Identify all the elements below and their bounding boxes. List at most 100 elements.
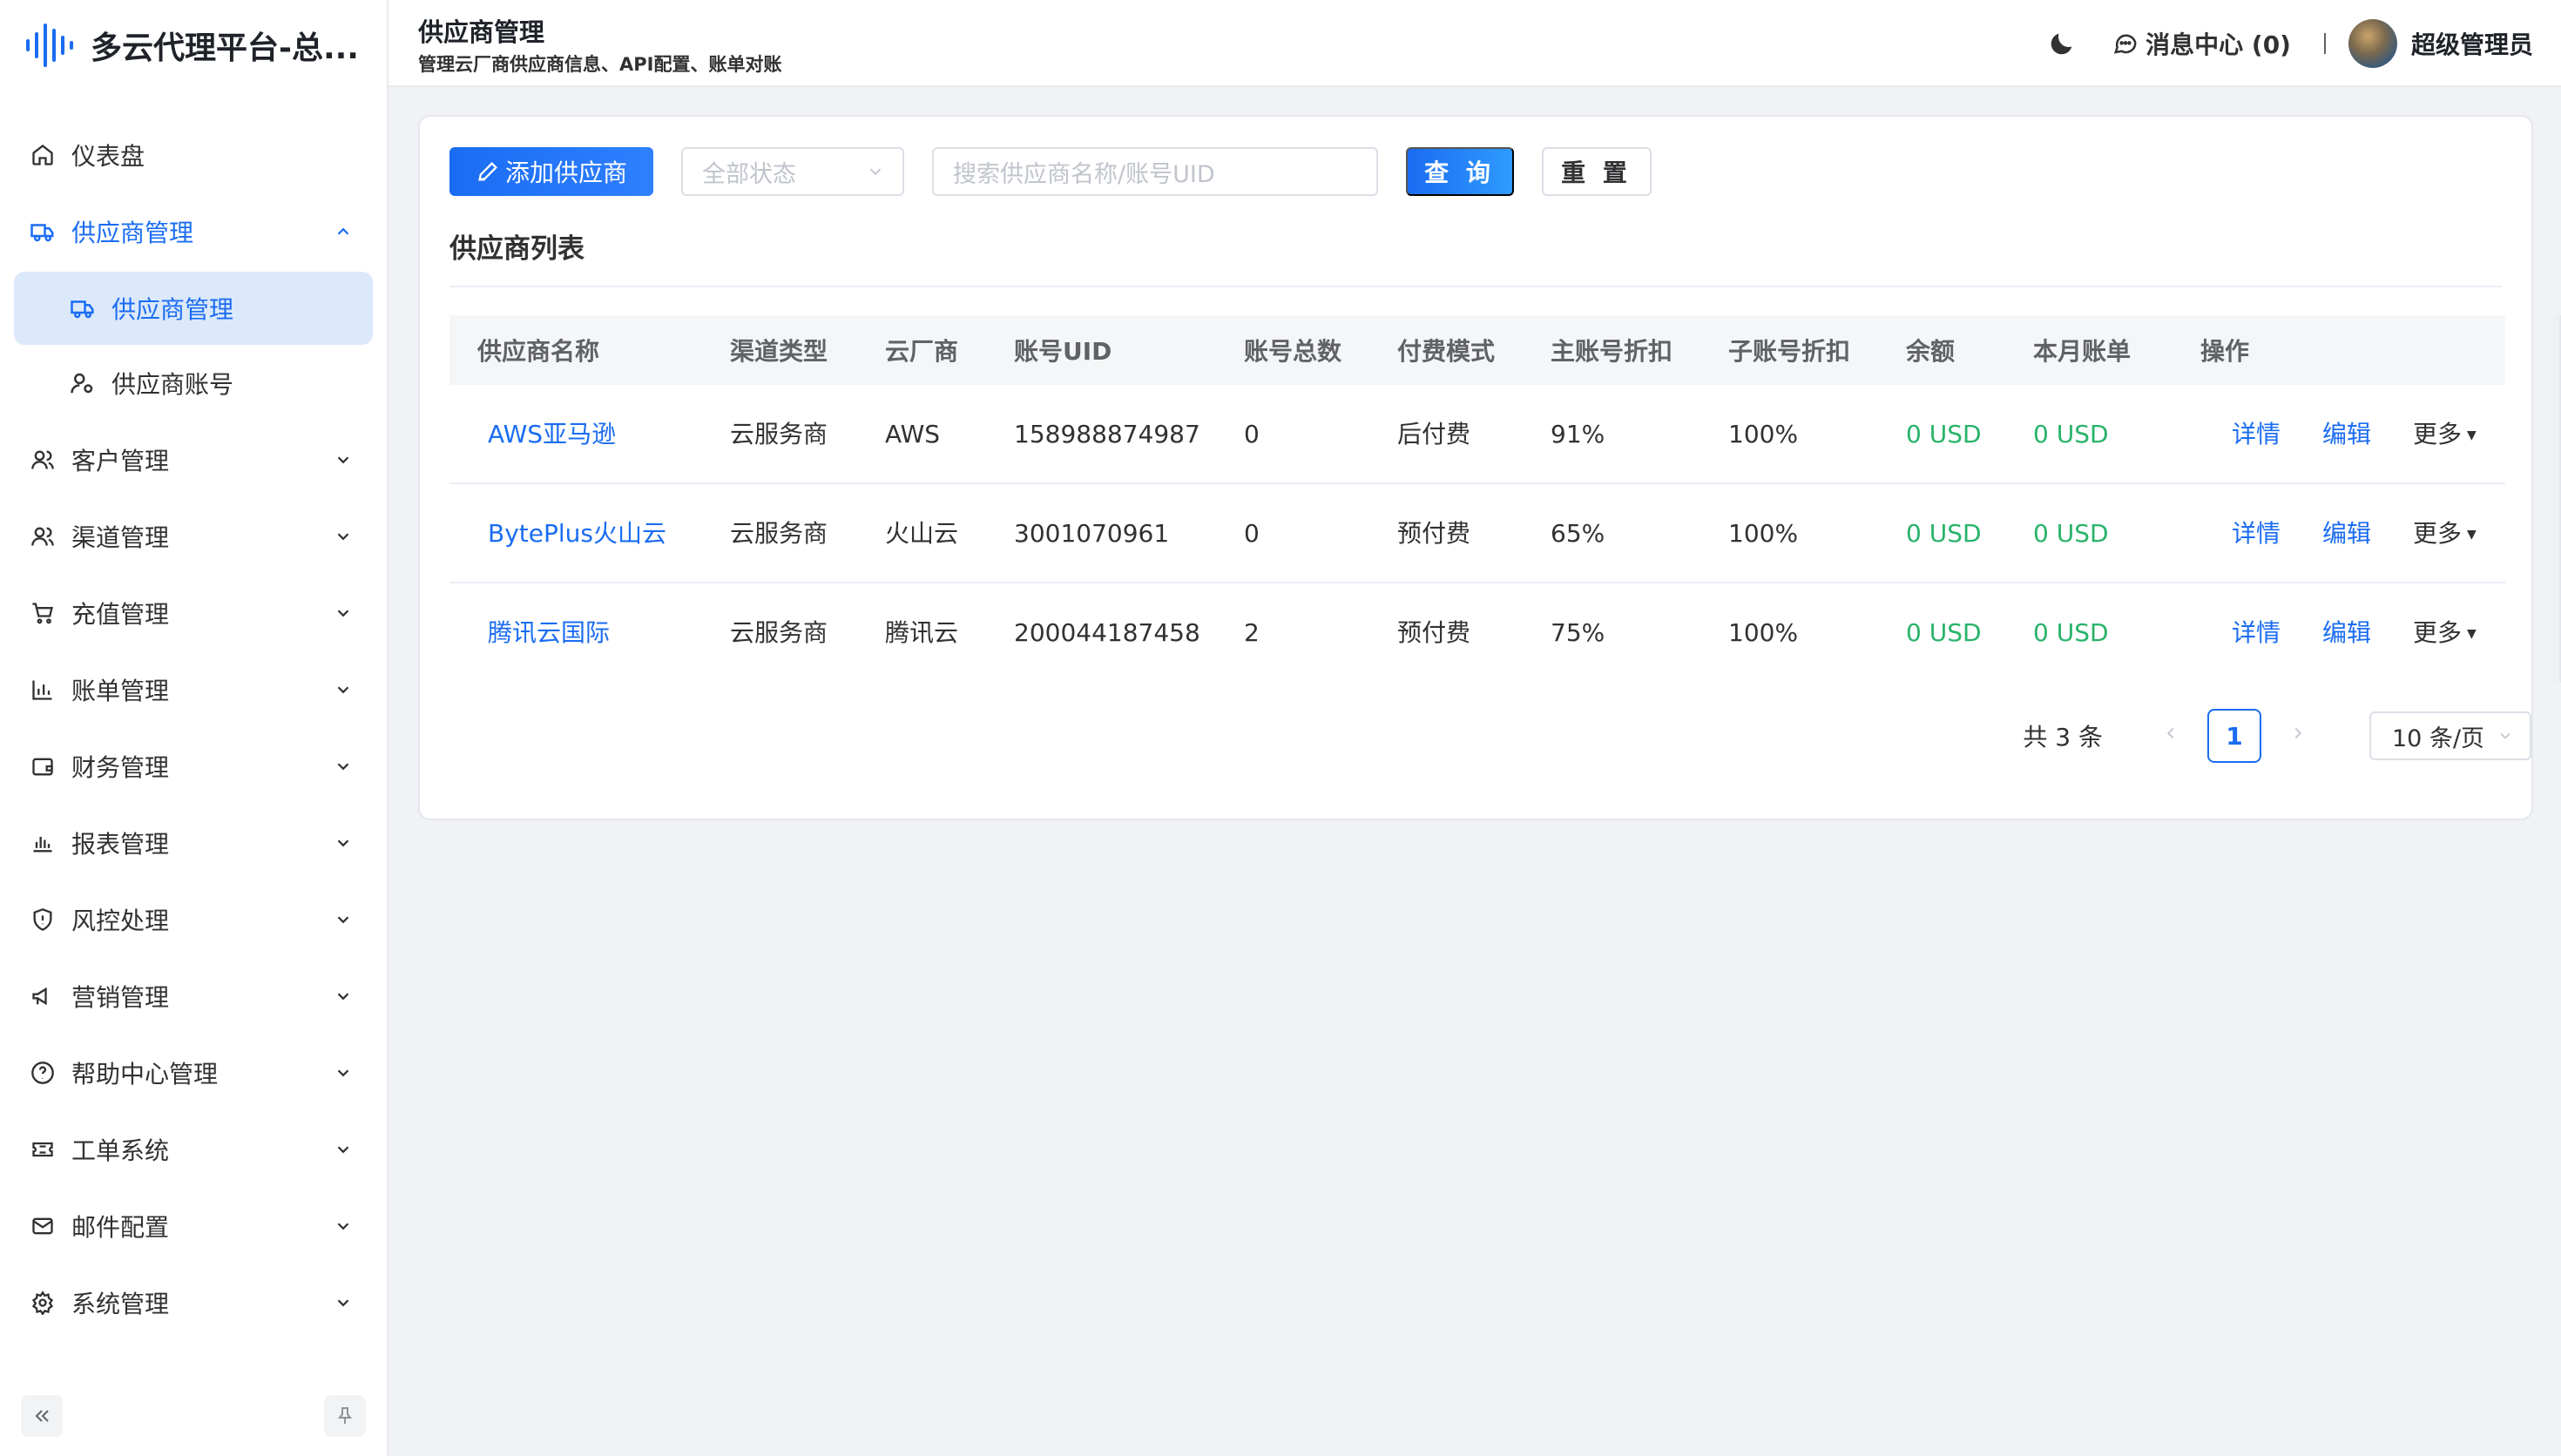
page-size-select[interactable]: 10 条/页 <box>2369 711 2531 760</box>
uid-cell: 200044187458 <box>1014 618 1200 647</box>
header-divider <box>2323 33 2326 54</box>
moon-icon <box>2051 33 2072 55</box>
user-gear-icon <box>68 368 98 398</box>
message-center-link[interactable]: 消息中心 (0) <box>2112 26 2291 61</box>
sidebar-item-label: 充值管理 <box>71 600 170 629</box>
search-input[interactable]: 搜索供应商名称/账号UID <box>932 147 1379 196</box>
prev-page-button[interactable] <box>2157 723 2185 749</box>
more-label: 更多 <box>2413 420 2463 448</box>
truck-icon <box>28 217 57 246</box>
more-dropdown[interactable]: 更多 ▼ <box>2413 385 2477 485</box>
edit-link[interactable]: 编辑 <box>2322 385 2371 484</box>
balance-cell: 0 USD <box>1906 618 1982 647</box>
column-header: 余额 <box>1906 337 1956 366</box>
more-label: 更多 <box>2413 519 2463 548</box>
sidebar-item-label: 风控处理 <box>71 907 170 935</box>
column-header: 账号UID <box>1014 337 1112 366</box>
detail-link[interactable]: 详情 <box>2232 583 2281 683</box>
sidebar-item-report-management[interactable]: 报表管理 <box>0 805 387 881</box>
query-button[interactable]: 查 询 <box>1406 147 1515 196</box>
sidebar-item-recharge-management[interactable]: 充值管理 <box>0 575 387 651</box>
message-center-label: 消息中心 (0) <box>2145 30 2291 59</box>
sidebar-item-label: 财务管理 <box>71 753 170 782</box>
count-cell: 0 <box>1244 519 1260 548</box>
pin-sidebar-button[interactable] <box>324 1395 366 1437</box>
main-discount-cell: 65% <box>1551 519 1605 548</box>
sidebar-item-risk-control[interactable]: 风控处理 <box>0 881 387 958</box>
sidebar-item-marketing-management[interactable]: 营销管理 <box>0 958 387 1035</box>
table-header: 供应商名称 渠道类型 云厂商 账号UID 账号总数 付费模式 主账号折扣 子账号… <box>449 315 2505 385</box>
dark-mode-toggle[interactable] <box>2044 26 2079 61</box>
edit-link[interactable]: 编辑 <box>2322 583 2371 683</box>
table-row: BytePlus火山云 云服务商 火山云 3001070961 0 预付费 65… <box>449 484 2505 583</box>
megaphone-icon <box>28 981 57 1011</box>
channel-cell: 云服务商 <box>730 618 828 647</box>
detail-link[interactable]: 详情 <box>2232 484 2281 583</box>
sidebar-item-supplier-management[interactable]: 供应商管理 <box>0 193 387 270</box>
supplier-name-link[interactable]: BytePlus火山云 <box>488 484 666 583</box>
chevron-down-icon <box>869 168 882 176</box>
count-cell: 2 <box>1244 618 1260 647</box>
reset-button[interactable]: 重 置 <box>1542 147 1652 196</box>
sidebar-item-label: 工单系统 <box>71 1136 170 1165</box>
pay-mode-cell: 预付费 <box>1397 519 1471 548</box>
truck-icon <box>68 293 98 323</box>
table-row: AWS亚马逊 云服务商 AWS 158988874987 0 后付费 91% 1… <box>449 385 2505 484</box>
page-subtitle: 管理云厂商供应商信息、API配置、账单对账 <box>418 54 782 75</box>
double-chevron-left-icon <box>35 1410 49 1422</box>
chevron-down-icon <box>331 448 355 472</box>
status-select[interactable]: 全部状态 <box>681 147 905 196</box>
detail-link[interactable]: 详情 <box>2232 385 2281 484</box>
gear-icon <box>28 1288 57 1318</box>
sidebar-item-label: 仪表盘 <box>71 142 145 171</box>
sidebar-item-finance-management[interactable]: 财务管理 <box>0 728 387 805</box>
more-dropdown[interactable]: 更多 ▼ <box>2413 484 2477 584</box>
caret-down-icon: ▼ <box>2467 428 2477 442</box>
sidebar-subitem-supplier-accounts[interactable]: 供应商账号 <box>14 347 373 420</box>
chevron-down-icon <box>331 1214 355 1238</box>
user-name[interactable]: 超级管理员 <box>2411 26 2533 61</box>
edit-link[interactable]: 编辑 <box>2322 484 2371 583</box>
users-icon <box>28 445 57 475</box>
column-header: 账号总数 <box>1244 337 1342 366</box>
sidebar-item-bill-management[interactable]: 账单管理 <box>0 651 387 728</box>
balance-cell: 0 USD <box>1906 519 1982 548</box>
caret-down-icon: ▼ <box>2467 528 2477 542</box>
supplier-name-link[interactable]: 腾讯云国际 <box>488 583 610 683</box>
sidebar-menu: 仪表盘 供应商管理 供应商管理 供应商账号 客户管理 渠道管理 充值管理 账单管… <box>0 117 387 1341</box>
supplier-table: 供应商名称 渠道类型 云厂商 账号UID 账号总数 付费模式 主账号折扣 子账号… <box>449 315 2505 683</box>
column-header: 本月账单 <box>2033 337 2132 366</box>
more-dropdown[interactable]: 更多 ▼ <box>2413 583 2477 684</box>
next-page-button[interactable] <box>2284 723 2312 749</box>
chevron-down-icon <box>331 1061 355 1085</box>
sidebar-item-label: 客户管理 <box>71 447 170 475</box>
sub-discount-cell: 100% <box>1728 519 1799 548</box>
sidebar-item-customer-management[interactable]: 客户管理 <box>0 421 387 498</box>
filter-toolbar: 添加供应商 全部状态 搜索供应商名称/账号UID 查 询 重 置 <box>449 146 1652 197</box>
column-header: 子账号折扣 <box>1728 337 1851 366</box>
pencil-icon <box>478 162 497 181</box>
sidebar-item-system-management[interactable]: 系统管理 <box>0 1264 387 1341</box>
sidebar-item-help-center[interactable]: 帮助中心管理 <box>0 1035 387 1111</box>
add-supplier-button[interactable]: 添加供应商 <box>449 147 654 196</box>
pagination: 共 3 条 1 10 条/页 <box>2023 709 2531 763</box>
sidebar-item-mail-config[interactable]: 邮件配置 <box>0 1188 387 1264</box>
sidebar-item-ticket-system[interactable]: 工单系统 <box>0 1111 387 1188</box>
chevron-down-icon <box>331 601 355 625</box>
page-title: 供应商管理 <box>418 17 545 47</box>
sidebar-item-dashboard[interactable]: 仪表盘 <box>0 117 387 193</box>
sidebar-footer <box>21 1395 366 1437</box>
sidebar-item-channel-management[interactable]: 渠道管理 <box>0 498 387 575</box>
chevron-down-icon <box>331 984 355 1008</box>
chat-bubble-icon <box>2114 34 2137 54</box>
sidebar-item-label: 账单管理 <box>71 677 170 705</box>
column-header: 渠道类型 <box>730 337 828 366</box>
page-number-button[interactable]: 1 <box>2207 709 2261 763</box>
column-header: 云厂商 <box>885 337 959 366</box>
supplier-card: 添加供应商 全部状态 搜索供应商名称/账号UID 查 询 重 置 供应商列表 供… <box>418 115 2561 820</box>
collapse-sidebar-button[interactable] <box>21 1395 63 1437</box>
sidebar-subitem-supplier-management[interactable]: 供应商管理 <box>14 272 373 345</box>
supplier-name-link[interactable]: AWS亚马逊 <box>488 385 616 484</box>
monthly-bill-cell: 0 USD <box>2033 420 2109 448</box>
avatar[interactable] <box>2348 19 2397 68</box>
